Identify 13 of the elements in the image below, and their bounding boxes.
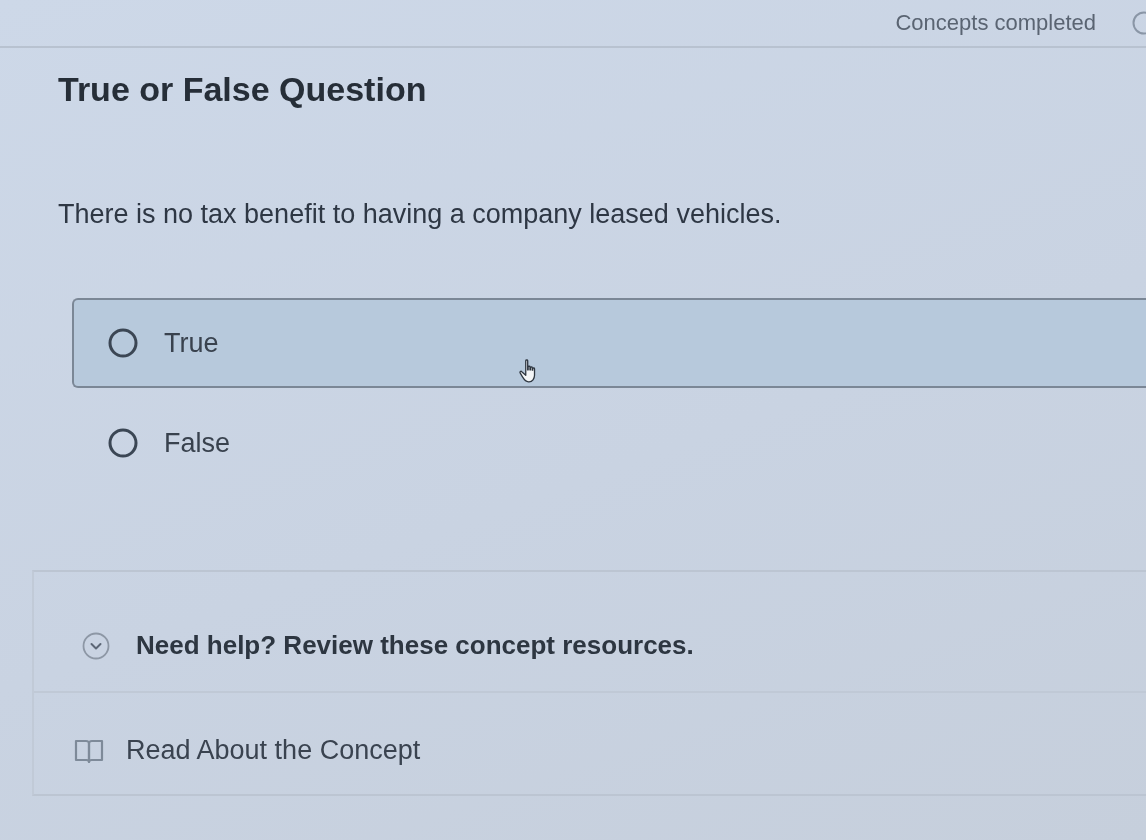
chevron-circle-icon[interactable]	[82, 631, 110, 660]
question-prompt: There is no tax benefit to having a company leased vehicles.	[58, 199, 783, 230]
book-icon	[74, 737, 104, 764]
option-label: True	[164, 327, 219, 359]
question-type-title: True or False Question	[58, 70, 428, 109]
answer-option[interactable]: True	[72, 298, 1146, 388]
radio-button-icon[interactable]	[108, 428, 138, 458]
resource-link[interactable]: Read About the Concept	[126, 735, 421, 766]
radio-button-icon[interactable]	[108, 328, 138, 358]
progress-label: Concepts completed	[895, 10, 1096, 36]
help-heading[interactable]: Need help? Review these concept resources.	[136, 630, 694, 661]
answer-option[interactable]: False	[72, 398, 1146, 488]
option-label: False	[164, 427, 231, 459]
